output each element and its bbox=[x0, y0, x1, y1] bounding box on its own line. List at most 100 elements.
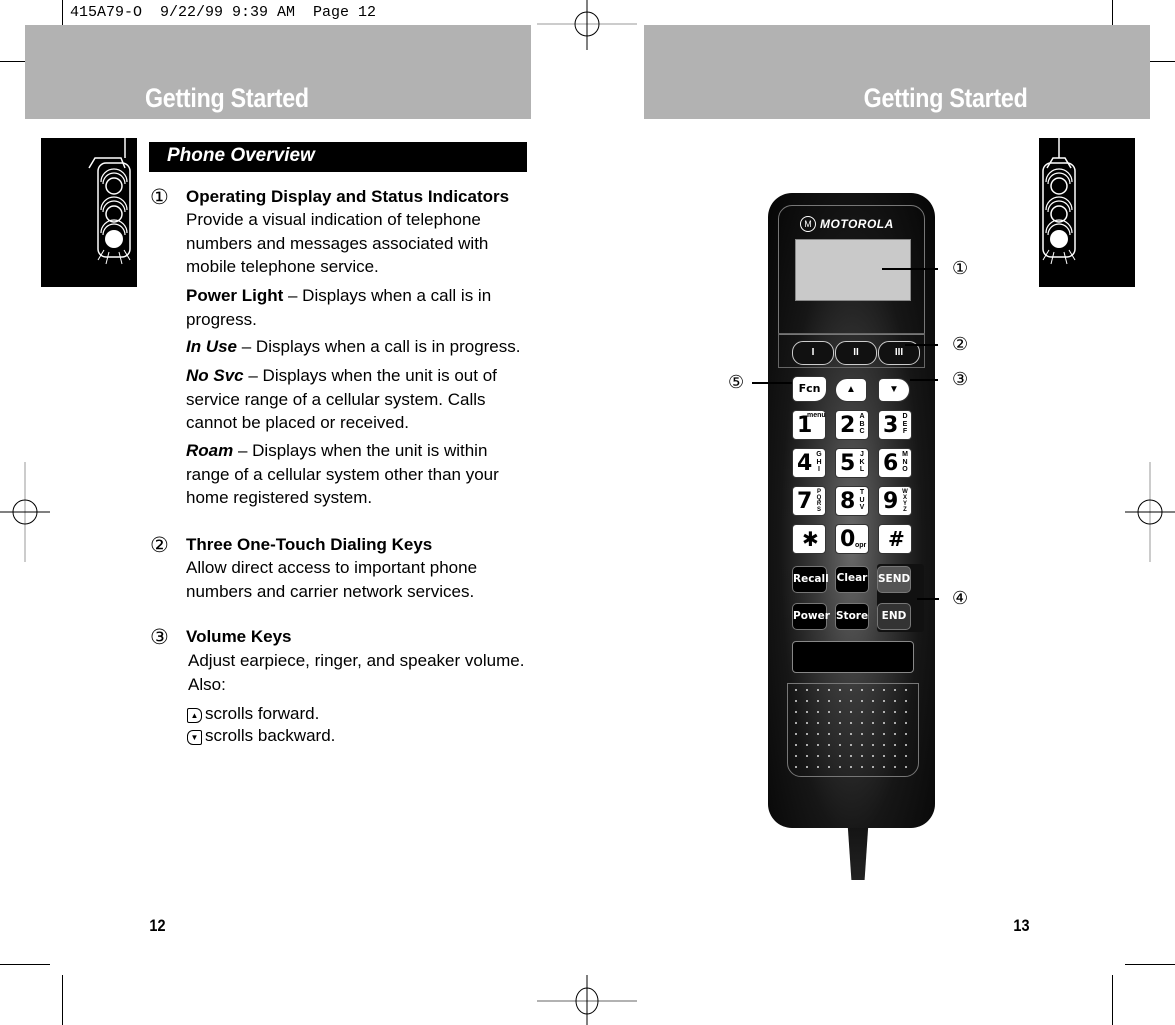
speaker-hole bbox=[861, 744, 863, 746]
callout-1: ① bbox=[952, 258, 969, 278]
key-letters: WXYZ bbox=[902, 489, 908, 513]
print-slug: 415A79-O 9/22/99 9:39 AM Page 12 bbox=[70, 4, 377, 21]
speaker-hole bbox=[828, 711, 830, 713]
speaker-hole bbox=[850, 700, 852, 702]
speaker-hole bbox=[839, 722, 841, 724]
keypad-key[interactable]: 5 JKL bbox=[835, 448, 869, 478]
item-title: Three One-Touch Dialing Keys bbox=[186, 535, 433, 554]
keypad-key[interactable]: 7 PQRS bbox=[792, 486, 826, 516]
speaker-hole bbox=[872, 689, 874, 691]
clear-key[interactable]: Clear bbox=[835, 566, 869, 593]
crop-mark bbox=[0, 964, 50, 965]
speaker-hole bbox=[817, 766, 819, 768]
indicator-term: No Svc bbox=[186, 366, 244, 385]
speaker-hole bbox=[883, 711, 885, 713]
keypad-key[interactable]: 8 TUV bbox=[835, 486, 869, 516]
speaker-hole bbox=[905, 711, 907, 713]
keypad-key[interactable]: ✱ bbox=[792, 524, 826, 554]
power-key[interactable]: Power bbox=[792, 603, 830, 630]
indicator-roam: Roam – Displays when the unit is within … bbox=[186, 439, 506, 510]
right-header-band: Getting Started bbox=[644, 25, 1150, 119]
keypad-key[interactable]: 2 ABC bbox=[835, 410, 869, 440]
volume-down-key[interactable]: ▼ bbox=[878, 378, 910, 402]
item-number: ② bbox=[150, 534, 169, 557]
key-digit: # bbox=[888, 527, 905, 551]
speaker-hole bbox=[795, 755, 797, 757]
speaker-hole bbox=[817, 733, 819, 735]
speaker-hole bbox=[795, 689, 797, 691]
speaker-hole bbox=[894, 766, 896, 768]
speaker-hole bbox=[806, 689, 808, 691]
motorola-logo-icon: M bbox=[800, 216, 816, 232]
speaker-hole bbox=[795, 766, 797, 768]
store-key[interactable]: Store bbox=[835, 603, 869, 630]
key-digit: 2 bbox=[840, 413, 856, 438]
speaker-hole bbox=[839, 766, 841, 768]
speaker-hole bbox=[828, 744, 830, 746]
keypad-key[interactable]: 6 MNO bbox=[878, 448, 912, 478]
speaker-hole bbox=[795, 700, 797, 702]
speaker-hole bbox=[861, 711, 863, 713]
recall-key[interactable]: Recall bbox=[792, 566, 829, 593]
speaker-hole bbox=[905, 755, 907, 757]
end-key[interactable]: END bbox=[877, 603, 911, 630]
volume-up-key-icon: ▲ bbox=[187, 708, 202, 723]
speaker-hole bbox=[839, 755, 841, 757]
right-page-number: 13 bbox=[1013, 916, 1030, 935]
traffic-light-icon bbox=[88, 138, 131, 265]
fcn-key[interactable]: Fcn bbox=[792, 376, 827, 402]
right-header-title: Getting Started bbox=[864, 83, 1028, 113]
section-title: Phone Overview bbox=[167, 145, 315, 166]
key-digit: 9 bbox=[883, 489, 899, 514]
speaker-hole bbox=[861, 689, 863, 691]
speaker-hole bbox=[806, 700, 808, 702]
keypad-key[interactable]: # bbox=[878, 524, 912, 554]
right-side-tab bbox=[1039, 138, 1135, 287]
callout-leader bbox=[910, 379, 938, 381]
volume-up-key[interactable]: ▲ bbox=[835, 378, 867, 402]
indicator-no-svc: No Svc – Displays when the unit is out o… bbox=[186, 364, 521, 435]
callout-4: ④ bbox=[952, 588, 969, 608]
speaker-hole bbox=[839, 689, 841, 691]
speaker-hole bbox=[861, 733, 863, 735]
speaker-hole bbox=[817, 689, 819, 691]
key-digit: ✱ bbox=[802, 527, 819, 551]
keypad-key[interactable]: 1 menu bbox=[792, 410, 826, 440]
one-touch-key-2[interactable]: II bbox=[835, 341, 877, 365]
speaker-hole bbox=[850, 711, 852, 713]
speaker-hole bbox=[828, 733, 830, 735]
callout-leader bbox=[882, 268, 938, 270]
speaker-hole bbox=[817, 711, 819, 713]
speaker-hole bbox=[894, 733, 896, 735]
key-digit: 7 bbox=[797, 489, 813, 514]
speaker-grille bbox=[787, 683, 919, 777]
callout-2: ② bbox=[952, 334, 969, 354]
item-number: ③ bbox=[150, 626, 169, 649]
speaker-hole bbox=[872, 766, 874, 768]
indicator-in-use: In Use – Displays when a call is in prog… bbox=[186, 335, 531, 359]
speaker-hole bbox=[850, 689, 852, 691]
callout-3: ③ bbox=[952, 369, 969, 389]
speaker-hole bbox=[861, 755, 863, 757]
one-touch-key-1[interactable]: I bbox=[792, 341, 834, 365]
callout-leader bbox=[752, 382, 792, 384]
send-key[interactable]: SEND bbox=[877, 566, 911, 593]
speaker-hole bbox=[806, 711, 808, 713]
keypad-key[interactable]: 4 GHI bbox=[792, 448, 826, 478]
keypad-key[interactable]: 3 DEF bbox=[878, 410, 912, 440]
speaker-hole bbox=[817, 755, 819, 757]
key-digit: 8 bbox=[840, 489, 856, 514]
speaker-hole bbox=[839, 744, 841, 746]
left-header-title: Getting Started bbox=[145, 83, 309, 113]
keypad-key[interactable]: 0 opr bbox=[835, 524, 869, 554]
speaker-hole bbox=[894, 689, 896, 691]
key-letters: PQRS bbox=[816, 489, 822, 513]
key-digit: 4 bbox=[797, 451, 813, 476]
speaker-hole bbox=[850, 733, 852, 735]
speaker-hole bbox=[839, 733, 841, 735]
key-letters: menu bbox=[807, 412, 826, 419]
speaker-hole bbox=[795, 733, 797, 735]
keypad-key[interactable]: 9 WXYZ bbox=[878, 486, 912, 516]
speaker-hole bbox=[883, 689, 885, 691]
speaker-hole bbox=[861, 722, 863, 724]
